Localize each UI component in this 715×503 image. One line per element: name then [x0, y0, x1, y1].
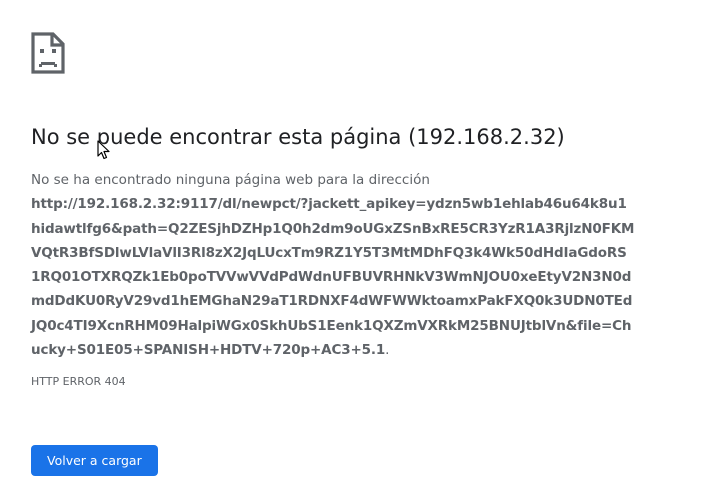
page-title: No se puede encontrar esta página (192.1…: [31, 125, 565, 149]
error-code: HTTP ERROR 404: [31, 375, 126, 388]
url-trailing-period: .: [385, 342, 390, 359]
description-text: No se ha encontrado ninguna página web p…: [31, 172, 430, 188]
sad-page-icon: [31, 32, 65, 74]
reload-button[interactable]: Volver a cargar: [31, 445, 158, 476]
requested-url: http://192.168.2.32:9117/dl/newpct/?jack…: [31, 192, 635, 362]
requested-url-value: http://192.168.2.32:9117/dl/newpct/?jack…: [31, 196, 635, 359]
error-description: No se ha encontrado ninguna página web p…: [31, 168, 635, 362]
